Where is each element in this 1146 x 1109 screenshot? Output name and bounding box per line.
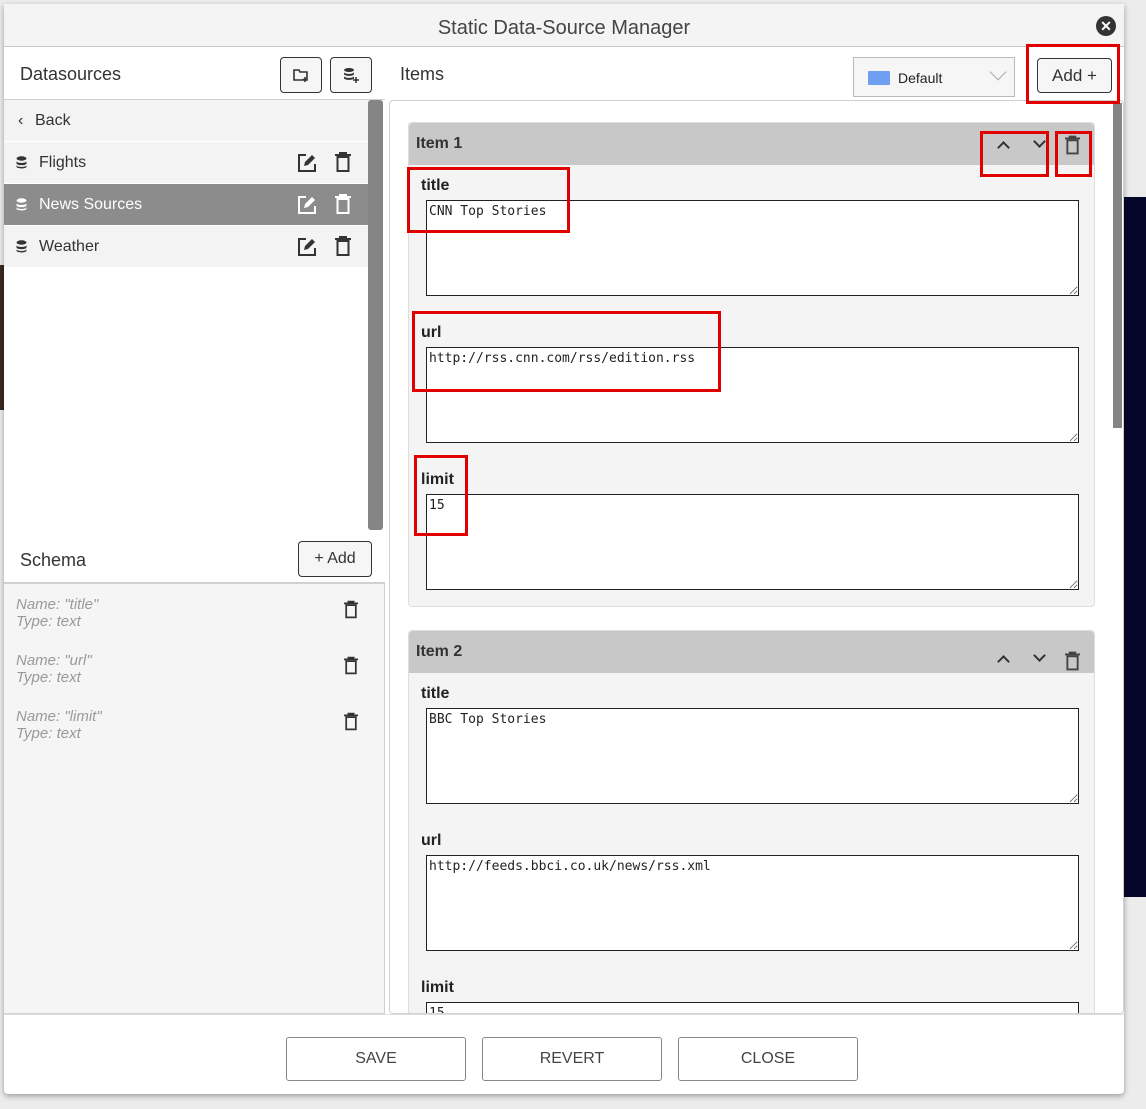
- schema-header: Schema + Add: [4, 530, 385, 583]
- datasource-scrollbar[interactable]: [368, 100, 383, 530]
- chevron-down-icon[interactable]: [1033, 135, 1046, 148]
- item-field-title: title BBC Top Stories: [409, 673, 1094, 820]
- add-datasource-button[interactable]: [330, 57, 372, 93]
- schema-field: Name: "limit" Type: text: [16, 708, 102, 742]
- items-header: Items Default Add +: [389, 47, 1124, 100]
- trash-icon[interactable]: [335, 194, 351, 214]
- chevron-down-icon[interactable]: [1033, 649, 1046, 662]
- database-icon: [16, 198, 27, 211]
- schema-heading: Schema: [20, 550, 87, 570]
- item-card: Item 1 title CNN Top Stories url http://rs…: [408, 122, 1095, 607]
- datasource-label: Flights: [39, 154, 87, 171]
- item-field-title: title CNN Top Stories: [409, 165, 1094, 312]
- locale-select[interactable]: Default: [853, 57, 1015, 97]
- title-textarea[interactable]: BBC Top Stories: [426, 708, 1079, 804]
- trash-icon[interactable]: [344, 600, 358, 619]
- schema-field-list: Name: "title" Type: text Name: "url" Type:…: [4, 583, 385, 1014]
- field-label: limit: [421, 471, 454, 488]
- datasource-item-news-sources[interactable]: News Sources: [4, 184, 368, 226]
- add-folder-button[interactable]: [280, 57, 322, 93]
- folder-plus-icon: [293, 69, 308, 82]
- item-card: Item 2 title BBC Top Stories url http://fe…: [408, 630, 1095, 1013]
- trash-icon[interactable]: [335, 236, 351, 256]
- database-icon: [16, 156, 27, 169]
- chevron-up-icon[interactable]: [997, 655, 1010, 668]
- item-header: Item 1: [409, 123, 1094, 165]
- item-field-limit: limit 15: [409, 967, 1094, 1013]
- field-label: url: [421, 324, 442, 341]
- edit-icon[interactable]: [297, 153, 317, 173]
- item-field-url: url http://rss.cnn.com/rss/edition.rss: [409, 312, 1094, 459]
- field-label: title: [421, 685, 450, 702]
- chevron-left-icon: ‹: [18, 112, 24, 129]
- close-button[interactable]: CLOSE: [678, 1037, 858, 1081]
- add-item-button[interactable]: Add +: [1037, 58, 1112, 93]
- item-header: Item 2: [409, 631, 1094, 673]
- schema-field-name: Name: "limit": [16, 708, 102, 725]
- datasources-heading: Datasources: [20, 64, 122, 84]
- dialog-footer: SAVE REVERT CLOSE: [4, 1014, 1124, 1094]
- title-bar: Static Data-Source Manager ✕: [4, 4, 1124, 47]
- left-panel: Datasources ‹ Back Flights News Sources W…: [4, 47, 385, 1014]
- globe-flag-icon: [868, 71, 890, 85]
- trash-icon[interactable]: [344, 712, 358, 731]
- datasource-item-weather[interactable]: Weather: [4, 226, 368, 268]
- field-label: url: [421, 832, 442, 849]
- add-schema-field-button[interactable]: + Add: [298, 541, 372, 577]
- trash-icon[interactable]: [1065, 135, 1080, 155]
- field-label: title: [421, 177, 450, 194]
- edit-icon[interactable]: [297, 237, 317, 257]
- revert-button[interactable]: REVERT: [482, 1037, 662, 1081]
- database-plus-icon: [344, 68, 359, 83]
- schema-field-name: Name: "title": [16, 596, 99, 613]
- datasources-header: Datasources: [4, 47, 385, 100]
- schema-field-type: Type: text: [16, 613, 81, 630]
- datasource-list: ‹ Back Flights News Sources Weather: [4, 100, 368, 530]
- schema-field-name: Name: "url": [16, 652, 92, 669]
- trash-icon[interactable]: [335, 152, 351, 172]
- close-icon[interactable]: ✕: [1096, 16, 1116, 36]
- item-title: Item 1: [416, 135, 463, 152]
- item-title: Item 2: [416, 643, 463, 660]
- datasource-label: Weather: [39, 238, 100, 255]
- datasource-item-flights[interactable]: Flights: [4, 142, 368, 184]
- chevron-down-icon: [989, 63, 1007, 81]
- url-textarea[interactable]: http://feeds.bbci.co.uk/news/rss.xml: [426, 855, 1079, 951]
- item-field-url: url http://feeds.bbci.co.uk/news/rss.xml: [409, 820, 1094, 967]
- edit-icon[interactable]: [297, 195, 317, 215]
- item-field-limit: limit 15: [409, 459, 1094, 590]
- chevron-up-icon[interactable]: [997, 141, 1010, 154]
- url-textarea[interactable]: http://rss.cnn.com/rss/edition.rss: [426, 347, 1079, 443]
- save-button[interactable]: SAVE: [286, 1037, 466, 1081]
- window-title: Static Data-Source Manager: [437, 17, 691, 39]
- items-scrollbar[interactable]: [1113, 103, 1122, 428]
- datasource-label: News Sources: [39, 196, 143, 213]
- background-page: [1124, 197, 1146, 897]
- title-textarea[interactable]: CNN Top Stories: [426, 200, 1079, 296]
- datasource-manager-dialog: Static Data-Source Manager ✕ Datasources…: [4, 4, 1124, 1094]
- trash-icon[interactable]: [344, 656, 358, 675]
- trash-icon[interactable]: [1065, 651, 1080, 671]
- schema-field: Name: "title" Type: text: [16, 596, 98, 630]
- items-heading: Items: [400, 64, 445, 84]
- limit-textarea[interactable]: 15: [426, 494, 1079, 590]
- limit-textarea[interactable]: 15: [426, 1002, 1079, 1013]
- schema-field-type: Type: text: [16, 669, 81, 686]
- database-icon: [16, 240, 27, 253]
- field-label: limit: [421, 979, 454, 996]
- schema-field-type: Type: text: [16, 725, 81, 742]
- schema-field: Name: "url" Type: text: [16, 652, 92, 686]
- locale-select-value: Default: [898, 70, 943, 86]
- back-button[interactable]: ‹ Back: [4, 100, 368, 142]
- items-panel: Items Default Add + Item 1 title CNN Top …: [389, 47, 1124, 1014]
- back-label: Back: [35, 112, 71, 129]
- items-scroll-area: Item 1 title CNN Top Stories url http://rs…: [389, 100, 1124, 1014]
